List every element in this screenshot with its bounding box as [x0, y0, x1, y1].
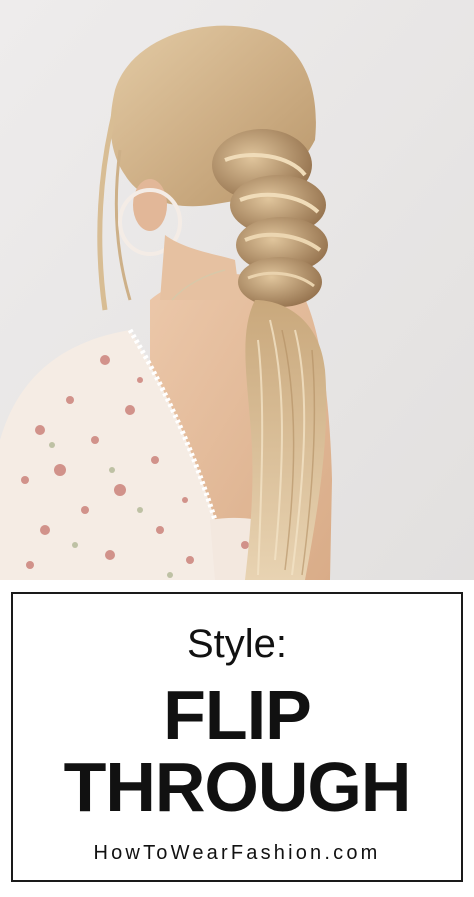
pin-card: Style: FLIP THROUGH HowToWearFashion.com [0, 0, 474, 897]
hairstyle-photo [0, 0, 474, 580]
caption-box: Style: FLIP THROUGH HowToWearFashion.com [11, 592, 463, 882]
caption-kicker: Style: [186, 622, 288, 666]
caption-title-line-2: THROUGH [63, 748, 412, 826]
website-url: HowToWearFashion.com [93, 842, 381, 864]
caption-title-line-1: FLIP [163, 676, 312, 754]
ear [133, 179, 167, 231]
